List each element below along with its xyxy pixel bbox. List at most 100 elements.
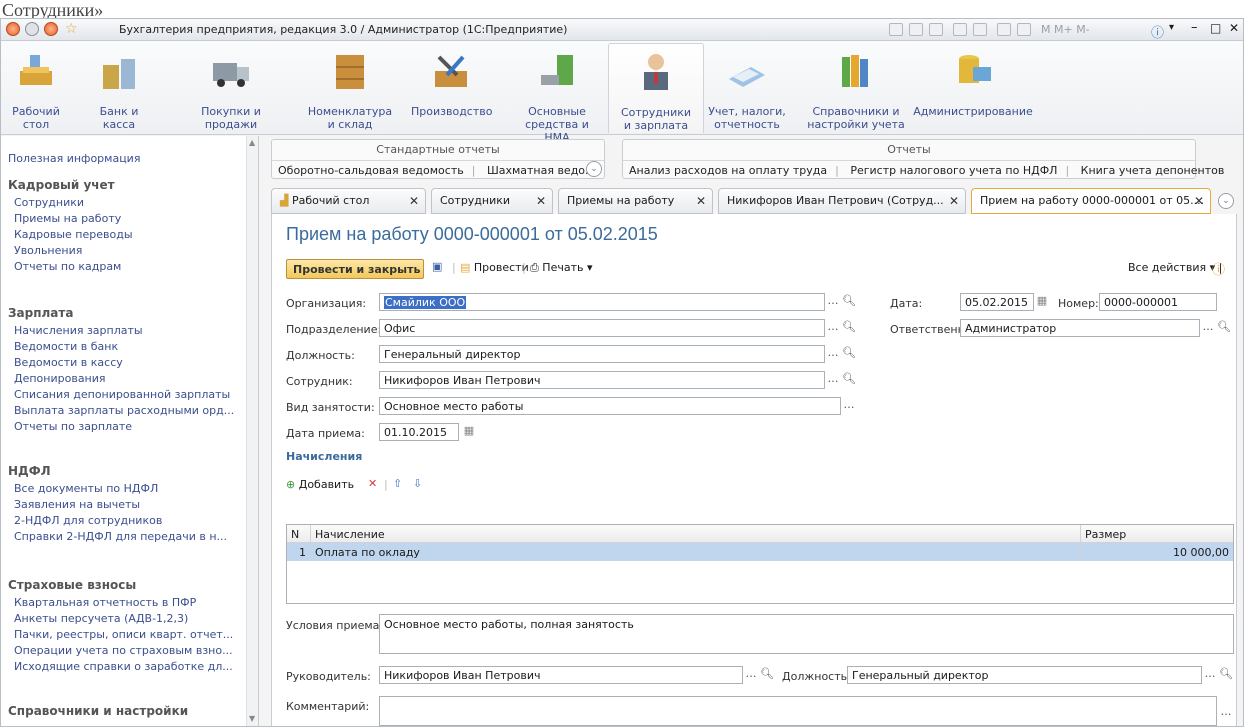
search-icon[interactable]: 🔍︎ (841, 371, 857, 389)
nav-item[interactable]: Кадровые переводы (14, 228, 133, 241)
select-button[interactable]: … (841, 397, 857, 415)
report-link[interactable]: Книга учета депонентов (1081, 164, 1225, 177)
employment-kind-field[interactable]: Основное место работы (379, 397, 841, 415)
maximize-icon[interactable]: □ (1210, 21, 1221, 35)
delete-icon[interactable]: ✕ (368, 477, 377, 497)
nav-item[interactable]: Увольнения (14, 244, 82, 257)
employee-field[interactable]: Никифоров Иван Петрович (379, 371, 825, 389)
calculator-icon[interactable] (997, 23, 1011, 36)
select-button[interactable]: … (825, 319, 841, 337)
chevron-down-icon[interactable]: ⌄ (586, 161, 602, 177)
tab-employees[interactable]: Сотрудники ✕ (431, 188, 553, 214)
scroll-up-icon[interactable]: ▲ (249, 138, 255, 147)
calendar-icon[interactable]: ▦ (461, 423, 477, 441)
tabs-menu-icon[interactable]: ⌄ (1218, 193, 1234, 209)
select-button[interactable]: … (1202, 666, 1218, 684)
search-icon[interactable]: 🔍︎ (1216, 319, 1232, 337)
help-icon[interactable]: ⓘ (1212, 259, 1225, 279)
section-production[interactable]: Производство (411, 43, 492, 133)
move-down-icon[interactable]: ⇩ (413, 477, 422, 497)
close-tab-icon[interactable]: ✕ (949, 194, 959, 208)
favorites-icon[interactable] (953, 23, 967, 36)
minimize-icon[interactable]: – (1191, 20, 1198, 35)
position-field[interactable]: Генеральный директор (379, 345, 825, 363)
date-field[interactable]: 05.02.2015 (960, 293, 1034, 311)
add-button[interactable]: ⊕ Добавить (286, 478, 354, 498)
nav-item[interactable]: Отчеты по кадрам (14, 260, 121, 273)
nav-item[interactable]: Отчеты по зарплате (14, 420, 132, 433)
nav-item[interactable]: Ведомости в банк (14, 340, 118, 353)
close-tab-icon[interactable]: ✕ (696, 194, 706, 208)
calendar-icon[interactable]: ▦ (1034, 293, 1050, 311)
conditions-field[interactable]: Основное место работы, полная занятость (379, 614, 1234, 654)
comment-field[interactable] (379, 696, 1217, 726)
nav-item[interactable]: Квартальная отчетность в ПФР (14, 596, 196, 609)
select-button[interactable]: … (1200, 319, 1216, 337)
preview-icon[interactable] (929, 23, 943, 36)
all-actions-button[interactable]: Все действия ▾ | (1128, 261, 1222, 281)
move-up-icon[interactable]: ⇧ (393, 477, 402, 497)
app-logo-icon[interactable] (6, 22, 20, 36)
menu-button[interactable] (44, 22, 58, 36)
close-tab-icon[interactable]: ✕ (536, 194, 546, 208)
nav-item[interactable]: Заявления на вычеты (14, 498, 140, 511)
tab-hirings[interactable]: Приемы на работу ✕ (558, 188, 713, 214)
useful-info-link[interactable]: Полезная информация (8, 152, 140, 165)
post-button[interactable]: ▤ Провести (460, 261, 529, 281)
chevron-down-icon[interactable]: ▾ (1169, 22, 1174, 33)
table-row[interactable]: 1 Оплата по окладу 10 000,00 (287, 543, 1233, 561)
number-field[interactable]: 0000-000001 (1099, 293, 1217, 311)
responsible-field[interactable]: Администратор (960, 319, 1200, 337)
close-icon[interactable]: ✕ (1229, 21, 1239, 35)
calendar-icon[interactable] (1017, 23, 1031, 36)
head-position-field[interactable]: Генеральный директор (847, 666, 1202, 684)
nav-item[interactable]: 2-НДФЛ для сотрудников (14, 514, 162, 527)
dept-field[interactable]: Офис (379, 319, 825, 337)
nav-item[interactable]: Сотрудники (14, 196, 84, 209)
history-icon[interactable] (973, 23, 987, 36)
section-desktop[interactable]: Рабочий стол (6, 43, 66, 133)
favorites-star-icon[interactable]: ☆ (65, 21, 78, 37)
nav-item[interactable]: Депонирования (14, 372, 106, 385)
memory-buttons[interactable]: M M+ M- (1041, 23, 1090, 36)
left-scrollbar[interactable]: ▲ ▼ (246, 136, 258, 726)
report-link[interactable]: Анализ расходов на оплату труда (629, 164, 827, 177)
nav-item[interactable]: Ведомости в кассу (14, 356, 123, 369)
search-icon[interactable]: 🔍︎ (759, 666, 775, 684)
search-icon[interactable]: 🔍︎ (1218, 666, 1234, 684)
report-link[interactable]: Регистр налогового учета по НДФЛ (850, 164, 1057, 177)
search-icon[interactable]: 🔍︎ (841, 293, 857, 311)
nav-item[interactable]: Анкеты персучета (АДВ-1,2,3) (14, 612, 188, 625)
close-tab-icon[interactable]: ✕ (409, 194, 419, 208)
nav-item[interactable]: Пачки, реестры, описи кварт. отчет... (14, 628, 233, 641)
select-button[interactable]: … (1218, 704, 1234, 722)
section-employees[interactable]: Сотрудники и зарплата (608, 43, 704, 133)
org-field[interactable]: Смайлик ООО (379, 293, 825, 311)
print-button[interactable]: ⎙ Печать ▾ (530, 261, 593, 281)
report-link[interactable]: Шахматная ведо... (487, 164, 596, 177)
save-icon[interactable]: ▣ (432, 260, 442, 280)
nav-item[interactable]: Списания депонированной зарплаты (14, 388, 230, 401)
print-icon[interactable] (909, 23, 923, 36)
nav-item[interactable]: Операции учета по страховым взно... (14, 644, 233, 657)
tab-desktop[interactable]: ▟ Рабочий стол ✕ (271, 188, 426, 214)
tab-employee-card[interactable]: Никифоров Иван Петрович (Сотруд... ✕ (718, 188, 966, 214)
section-references[interactable]: Справочники и настройки учета (806, 43, 906, 133)
nav-item[interactable]: Справки 2-НДФЛ для передачи в н... (14, 530, 227, 543)
select-button[interactable]: … (825, 345, 841, 363)
hire-date-field[interactable]: 01.10.2015 (379, 423, 459, 441)
close-tab-icon[interactable]: ✕ (1194, 194, 1204, 208)
search-icon[interactable]: 🔍︎ (841, 319, 857, 337)
section-assets[interactable]: Основные средства и НМА (511, 43, 603, 144)
select-button[interactable]: … (825, 293, 841, 311)
section-nomenclature[interactable]: Номенклатура и склад (307, 43, 393, 133)
select-button[interactable]: … (825, 371, 841, 389)
post-and-close-button[interactable]: Провести и закрыть (286, 259, 424, 279)
save-icon[interactable] (889, 23, 903, 36)
nav-item[interactable]: Исходящие справки о заработке дл... (14, 660, 233, 673)
select-button[interactable]: … (743, 666, 759, 684)
section-admin[interactable]: Администрирование (913, 43, 1033, 133)
back-button[interactable] (25, 22, 39, 36)
nav-item[interactable]: Все документы по НДФЛ (14, 482, 158, 495)
section-taxes[interactable]: Учет, налоги, отчетность (704, 43, 790, 133)
